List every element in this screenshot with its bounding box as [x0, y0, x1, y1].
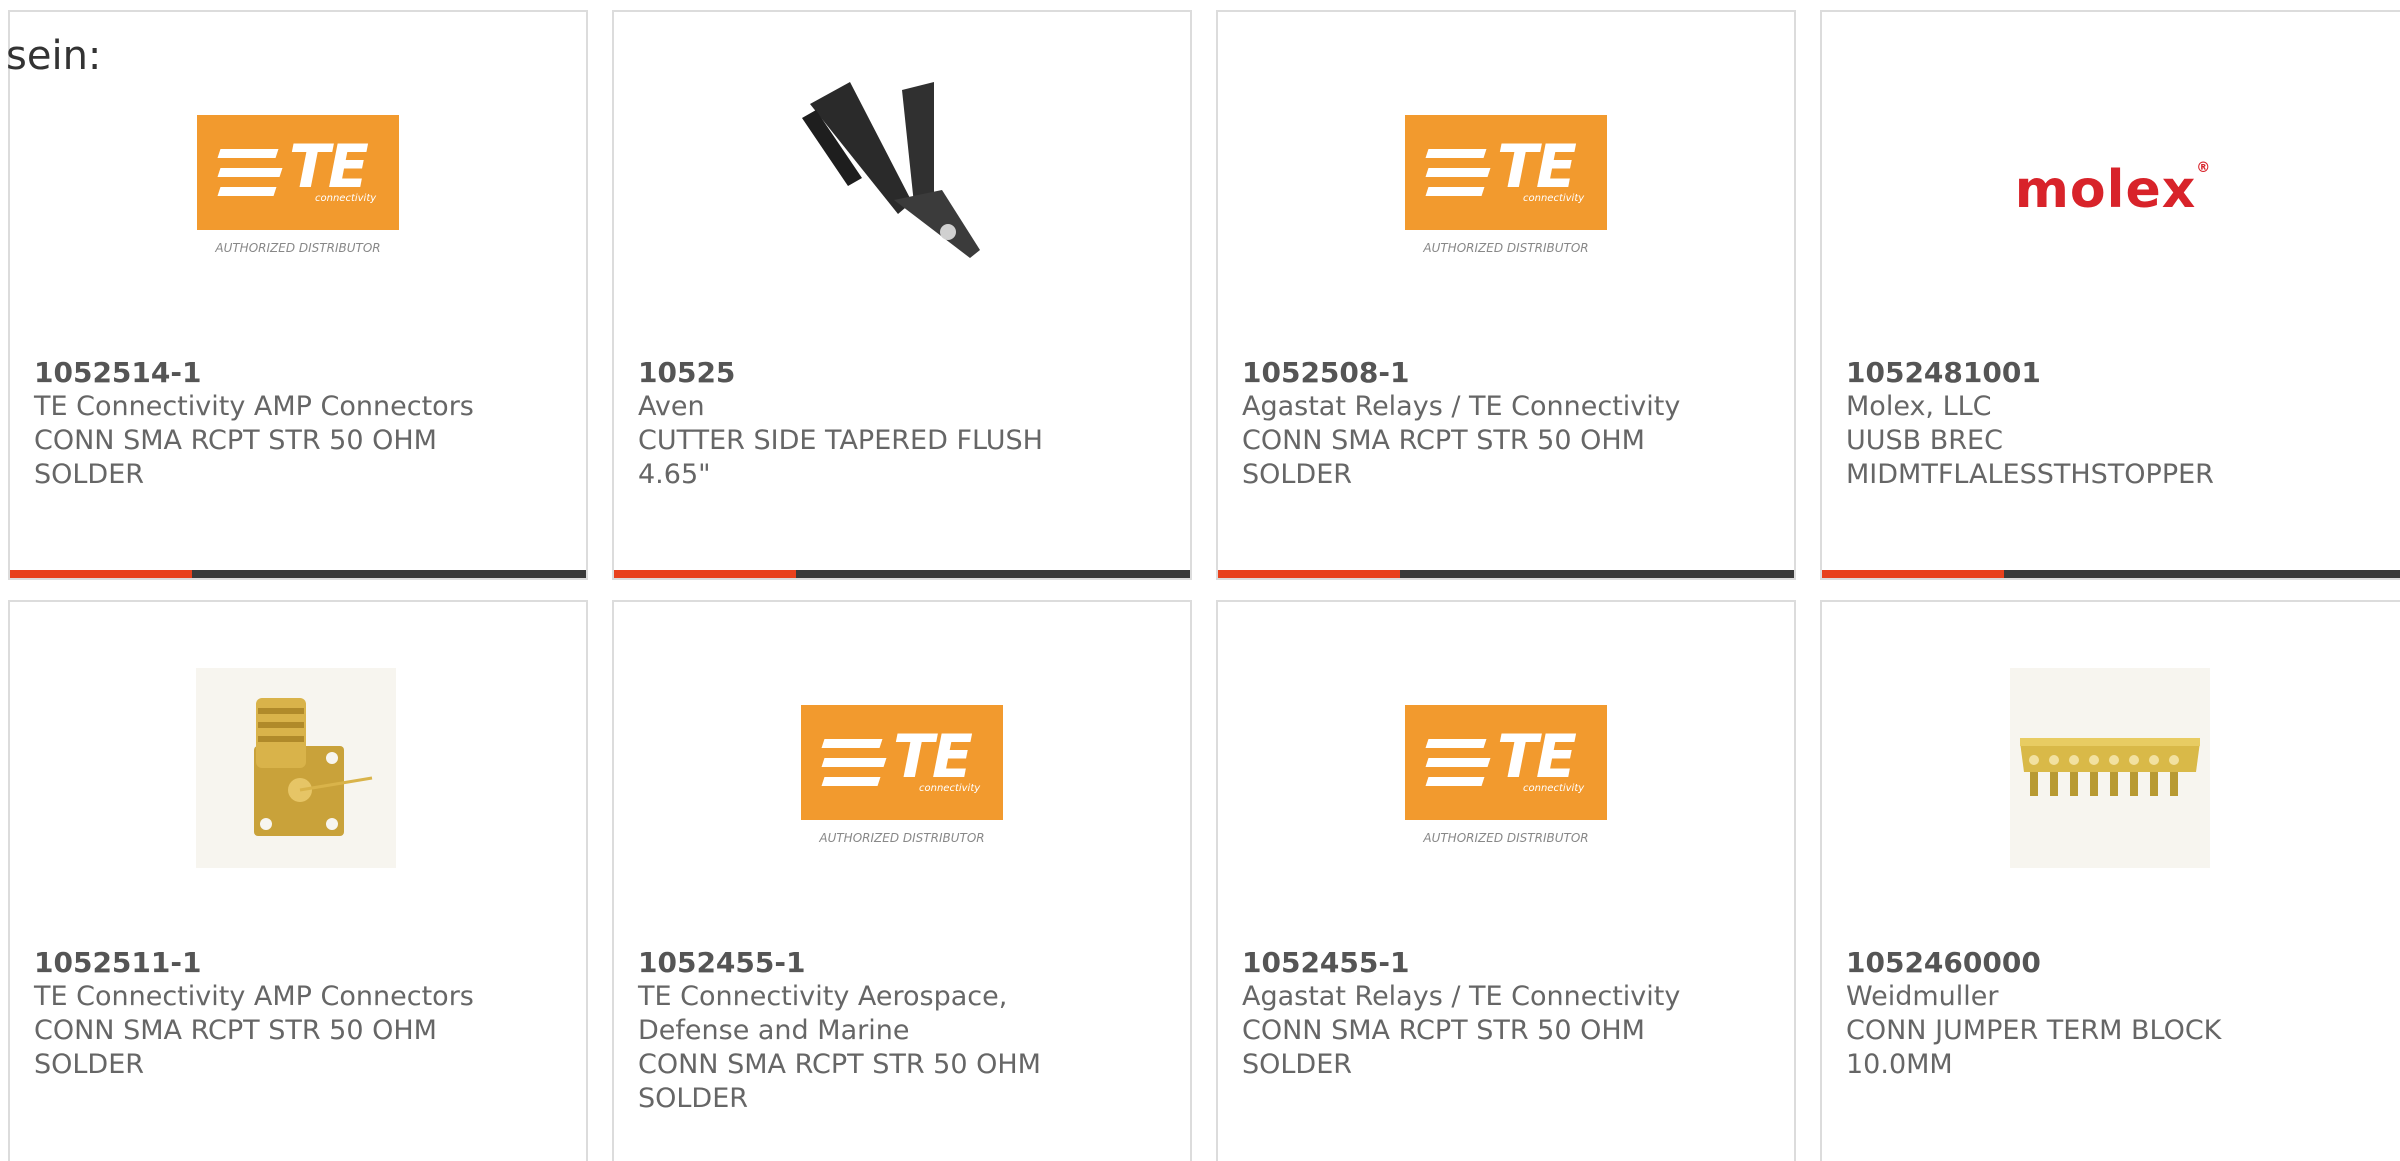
- sma-connector-icon: [196, 668, 396, 868]
- part-number[interactable]: 1052511-1: [34, 946, 566, 980]
- product-image[interactable]: TE connectivity AUTHORIZED DISTRIBUTOR: [1218, 12, 1794, 332]
- product-card[interactable]: 10525 Aven CUTTER SIDE TAPERED FLUSH 4.6…: [612, 10, 1192, 580]
- te-connectivity-logo: TE connectivity AUTHORIZED DISTRIBUTOR: [801, 705, 1003, 855]
- description-line: SOLDER: [638, 1083, 749, 1114]
- description-line: CUTTER SIDE TAPERED FLUSH: [638, 425, 1043, 456]
- part-number[interactable]: 1052508-1: [1242, 356, 1774, 390]
- description-line: CONN SMA RCPT STR 50 OHM: [1242, 1015, 1645, 1046]
- product-card[interactable]: 1052460000 Weidmuller CONN JUMPER TERM B…: [1820, 600, 2400, 1161]
- product-card[interactable]: molex® 1052481001 Molex, LLC UUSB BREC M…: [1820, 10, 2400, 580]
- part-number[interactable]: 1052481001: [1846, 356, 2380, 390]
- description-line: CONN SMA RCPT STR 50 OHM: [34, 425, 437, 456]
- card-accent-bar: [10, 570, 192, 578]
- molex-logo: molex®: [2014, 160, 2212, 220]
- card-accent-bar: [1822, 570, 2004, 578]
- product-image[interactable]: [10, 602, 586, 922]
- product-card[interactable]: TE connectivity AUTHORIZED DISTRIBUTOR 1…: [8, 10, 588, 580]
- description-line: 10.0MM: [1846, 1049, 1953, 1080]
- product-grid-page: sein: TE connectivity AUTHORIZED DISTRIB…: [0, 0, 2400, 1161]
- description-line: CONN SMA RCPT STR 50 OHM: [638, 1049, 1041, 1080]
- manufacturer: Weidmuller: [1846, 981, 1999, 1012]
- product-image[interactable]: molex®: [1822, 12, 2400, 332]
- part-number[interactable]: 1052455-1: [638, 946, 1170, 980]
- part-number[interactable]: 10525: [638, 356, 1170, 390]
- product-image[interactable]: TE connectivity AUTHORIZED DISTRIBUTOR: [1218, 602, 1794, 922]
- product-card[interactable]: TE connectivity AUTHORIZED DISTRIBUTOR 1…: [612, 600, 1192, 1161]
- description-line: SOLDER: [1242, 1049, 1353, 1080]
- description-line: UUSB BREC: [1846, 425, 2003, 456]
- product-image[interactable]: [1822, 602, 2400, 922]
- manufacturer: TE Connectivity AMP Connectors: [34, 981, 474, 1012]
- card-accent-bar: [614, 570, 796, 578]
- manufacturer: Agastat Relays / TE Connectivity: [1242, 391, 1681, 422]
- manufacturer: Defense and Marine: [638, 1015, 910, 1046]
- part-number[interactable]: 1052460000: [1846, 946, 2380, 980]
- card-bottom-bar: [1822, 570, 2400, 578]
- product-image[interactable]: TE connectivity AUTHORIZED DISTRIBUTOR: [614, 602, 1190, 922]
- terminal-jumper-icon: [2010, 668, 2210, 868]
- description-line: SOLDER: [1242, 459, 1353, 490]
- manufacturer: TE Connectivity Aerospace,: [638, 981, 1008, 1012]
- part-number[interactable]: 1052514-1: [34, 356, 566, 390]
- manufacturer: Molex, LLC: [1846, 391, 1992, 422]
- description-line: MIDMTFLALESSTHSTOPPER: [1846, 459, 2214, 490]
- te-connectivity-logo: TE connectivity AUTHORIZED DISTRIBUTOR: [197, 115, 399, 265]
- product-card[interactable]: 1052511-1 TE Connectivity AMP Connectors…: [8, 600, 588, 1161]
- te-connectivity-logo: TE connectivity AUTHORIZED DISTRIBUTOR: [1405, 115, 1607, 265]
- te-connectivity-logo: TE connectivity AUTHORIZED DISTRIBUTOR: [1405, 705, 1607, 855]
- product-card[interactable]: TE connectivity AUTHORIZED DISTRIBUTOR 1…: [1216, 10, 1796, 580]
- description-line: 4.65": [638, 459, 711, 490]
- pliers-icon: [802, 82, 980, 258]
- card-accent-bar: [1218, 570, 1400, 578]
- card-bottom-bar: [614, 570, 1190, 578]
- description-line: CONN SMA RCPT STR 50 OHM: [1242, 425, 1645, 456]
- part-number[interactable]: 1052455-1: [1242, 946, 1774, 980]
- card-bottom-bar: [1218, 570, 1794, 578]
- manufacturer: TE Connectivity AMP Connectors: [34, 391, 474, 422]
- intro-text: sein:: [6, 33, 102, 79]
- manufacturer: Aven: [638, 391, 705, 422]
- description-line: CONN JUMPER TERM BLOCK: [1846, 1015, 2222, 1046]
- description-line: CONN SMA RCPT STR 50 OHM: [34, 1015, 437, 1046]
- product-card[interactable]: TE connectivity AUTHORIZED DISTRIBUTOR 1…: [1216, 600, 1796, 1161]
- product-image[interactable]: [614, 12, 1190, 332]
- description-line: SOLDER: [34, 1049, 145, 1080]
- card-bottom-bar: [10, 570, 586, 578]
- description-line: SOLDER: [34, 459, 145, 490]
- manufacturer: Agastat Relays / TE Connectivity: [1242, 981, 1681, 1012]
